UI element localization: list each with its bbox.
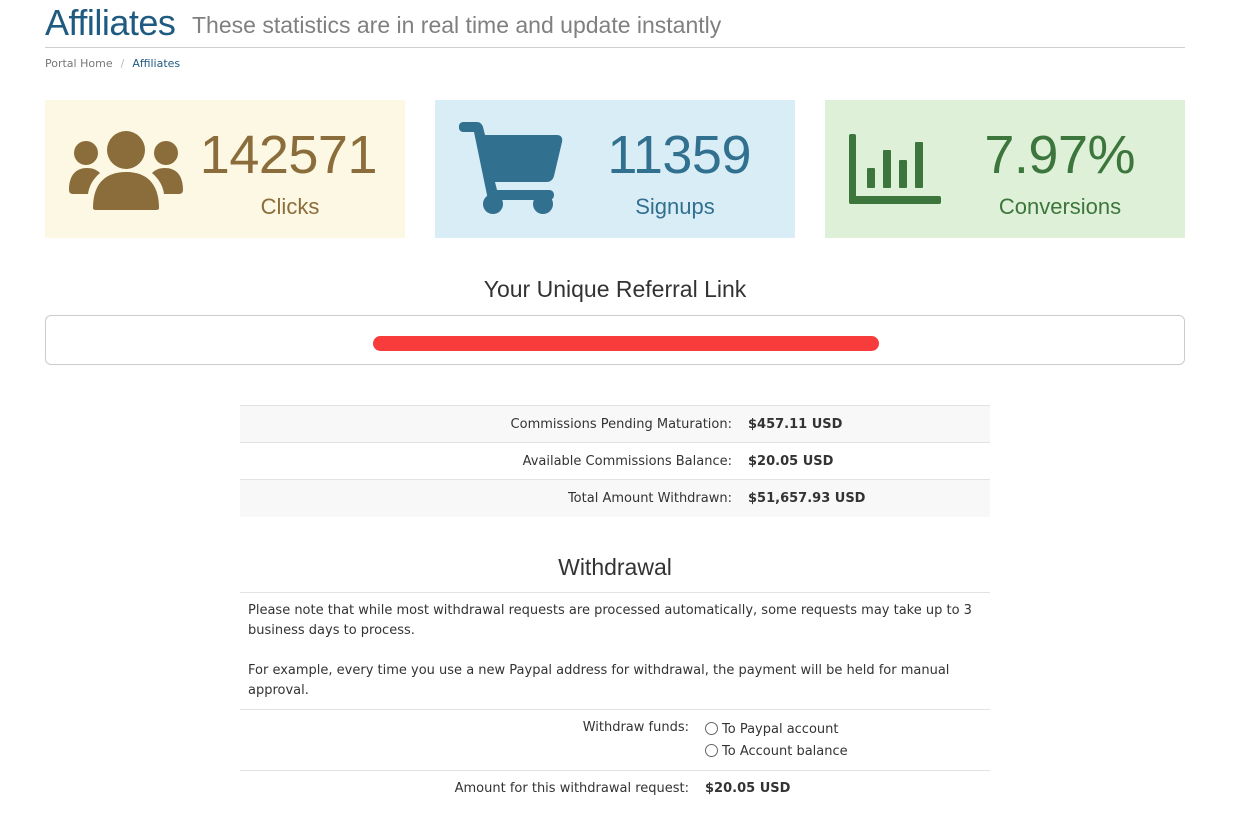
referral-link-heading: Your Unique Referral Link: [483, 276, 747, 302]
withdraw-to-paypal-option[interactable]: To Paypal account: [705, 721, 848, 743]
breadcrumb-separator: /: [120, 57, 125, 70]
breadcrumb-home-link[interactable]: Portal Home: [45, 57, 113, 70]
clicks-count: 142571: [199, 125, 378, 185]
commission-pending-label: Commissions Pending Maturation:: [240, 405, 740, 443]
signups-label: Signups: [635, 194, 715, 219]
withdrawal-note-processing: Please note that while most withdrawal r…: [248, 603, 972, 638]
table-row: Commissions Pending Maturation: $457.11 …: [240, 405, 990, 443]
conversions-stat-panel: 7.97% Conversions: [825, 100, 1185, 238]
redaction-mark: [373, 336, 879, 351]
commissions-table: Commissions Pending Maturation: $457.11 …: [240, 405, 990, 517]
total-withdrawn-value: $51,657.93 USD: [740, 479, 990, 517]
withdrawal-amount-value: $20.05 USD: [705, 781, 791, 796]
breadcrumb: Portal Home / Affiliates: [45, 57, 180, 70]
withdraw-funds-options: To Paypal account To Account balance: [705, 721, 848, 765]
breadcrumb-current[interactable]: Affiliates: [132, 57, 180, 70]
withdraw-funds-label: Withdraw funds:: [582, 720, 689, 735]
shopping-cart-icon: [457, 122, 567, 220]
withdrawal-amount-label: Amount for this withdrawal request:: [454, 781, 689, 796]
commission-available-label: Available Commissions Balance:: [240, 442, 740, 480]
signups-count: 11359: [607, 125, 751, 185]
bar-chart-icon: [849, 134, 943, 210]
total-withdrawn-label: Total Amount Withdrawn:: [240, 479, 740, 517]
page-subtitle: These statistics are in real time and up…: [192, 12, 722, 38]
clicks-stat-panel: 142571 Clicks: [45, 100, 405, 238]
conversions-label: Conversions: [998, 194, 1122, 219]
clicks-label: Clicks: [260, 194, 320, 219]
withdrawal-note: Please note that while most withdrawal r…: [240, 593, 990, 710]
commission-pending-value: $457.11 USD: [740, 405, 990, 443]
withdrawal-amount-row: Amount for this withdrawal request: $20.…: [240, 771, 990, 807]
withdraw-to-balance-option[interactable]: To Account balance: [705, 743, 848, 765]
table-row: Available Commissions Balance: $20.05 US…: [240, 442, 990, 480]
commission-available-value: $20.05 USD: [740, 442, 990, 480]
withdrawal-note-paypal: For example, every time you use a new Pa…: [248, 663, 950, 698]
paypal-option-label[interactable]: To Paypal account: [722, 722, 839, 737]
table-row: Total Amount Withdrawn: $51,657.93 USD: [240, 479, 990, 517]
paypal-radio[interactable]: [705, 722, 718, 735]
referral-link-field[interactable]: [45, 315, 1185, 365]
withdraw-funds-row: Withdraw funds: To Paypal account To Acc…: [240, 710, 990, 771]
balance-option-label[interactable]: To Account balance: [722, 744, 848, 759]
signups-stat-panel: 11359 Signups: [435, 100, 795, 238]
withdrawal-heading: Withdrawal: [240, 554, 990, 593]
account-balance-radio[interactable]: [705, 744, 718, 757]
users-icon: [69, 130, 185, 214]
page-header: Affiliates These statistics are in real …: [45, 0, 1185, 48]
page-title: Affiliates: [45, 2, 176, 43]
conversions-rate: 7.97%: [984, 125, 1135, 185]
